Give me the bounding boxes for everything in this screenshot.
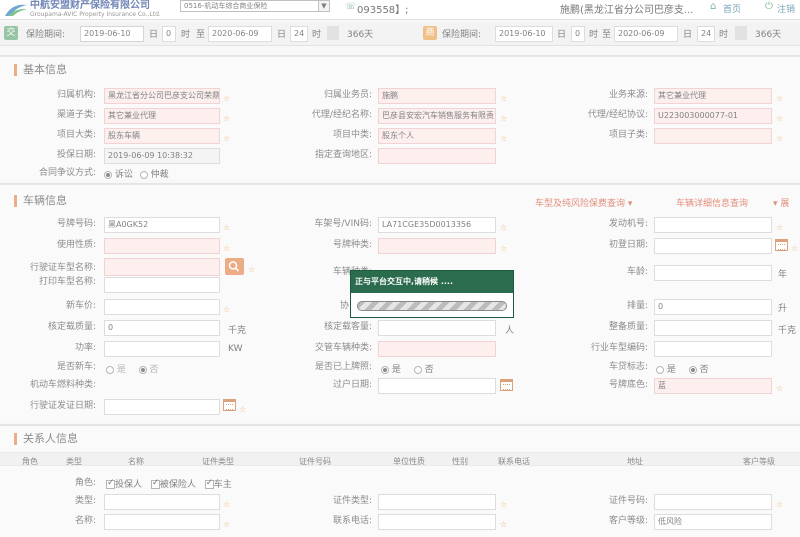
progress-bar bbox=[357, 301, 507, 311]
loading-dialog-title: 正与平台交互中,请稍候 .... bbox=[351, 271, 513, 293]
loading-overlay bbox=[0, 0, 800, 537]
loading-dialog: 正与平台交互中,请稍候 .... bbox=[350, 270, 514, 318]
